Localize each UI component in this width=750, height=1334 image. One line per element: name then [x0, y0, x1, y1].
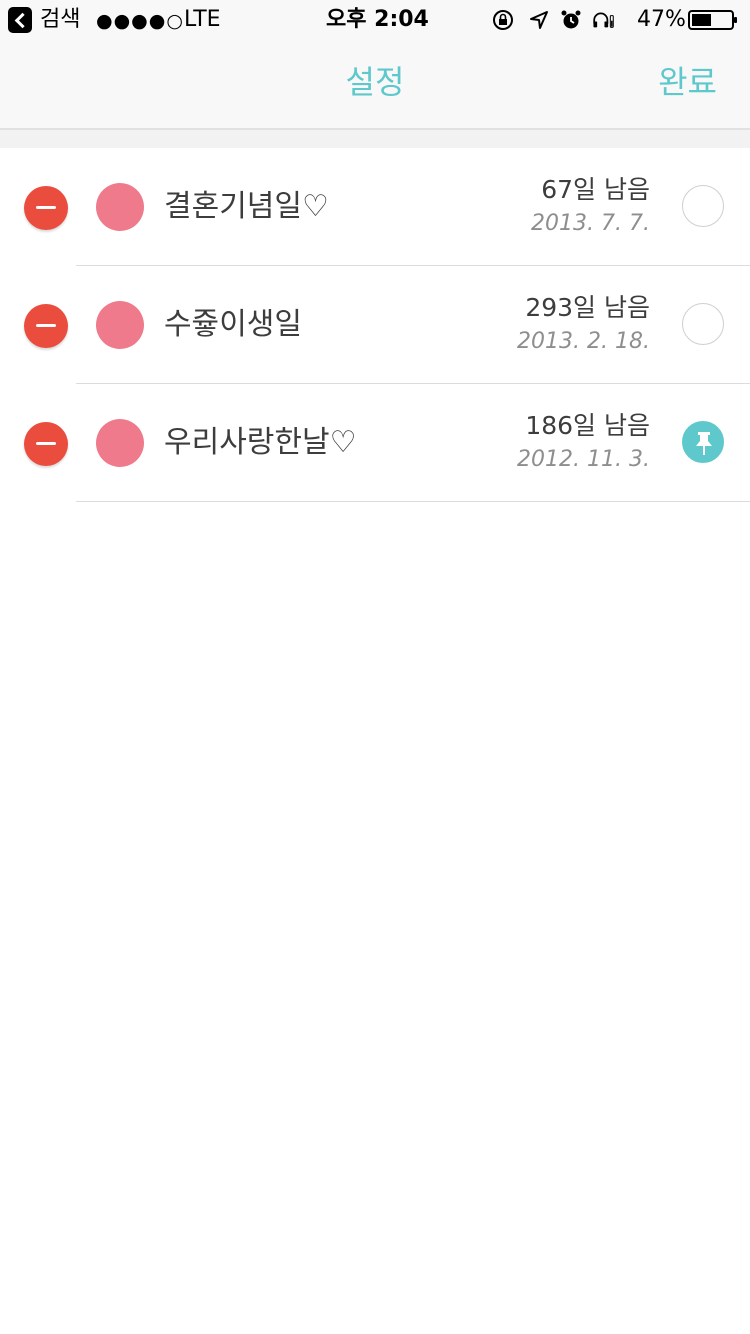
- done-button[interactable]: 완료: [658, 62, 717, 102]
- color-dot: [96, 419, 144, 467]
- days-remaining: 293일 남음: [525, 293, 650, 322]
- item-date: 2013. 7. 7.: [531, 211, 650, 236]
- status-bar: 검색 ●●●●○ LTE 오후 2:04 47%: [0, 0, 750, 40]
- pin-toggle[interactable]: [682, 303, 724, 345]
- navigation-bar: 설정 완료: [0, 40, 750, 130]
- days-remaining: 186일 남음: [525, 411, 650, 440]
- list-item[interactable]: 결혼기념일♡ 67일 남음 2013. 7. 7.: [0, 148, 750, 266]
- days-remaining: 67일 남음: [541, 175, 650, 204]
- list-item[interactable]: 우리사랑한날♡ 186일 남음 2012. 11. 3.: [0, 384, 750, 502]
- item-title: 우리사랑한날♡: [164, 425, 357, 460]
- color-dot: [96, 183, 144, 231]
- delete-minus-icon[interactable]: [24, 304, 68, 348]
- delete-minus-icon[interactable]: [24, 422, 68, 466]
- section-gap: [0, 130, 750, 148]
- pin-toggle[interactable]: [682, 421, 724, 463]
- pin-toggle[interactable]: [682, 185, 724, 227]
- anniversary-list: 결혼기념일♡ 67일 남음 2013. 7. 7. 수즇이생일 293일 남음 …: [0, 148, 750, 502]
- item-date: 2013. 2. 18.: [517, 329, 650, 354]
- battery-icon: [688, 10, 737, 30]
- list-item[interactable]: 수즇이생일 293일 남음 2013. 2. 18.: [0, 266, 750, 384]
- battery-percent: 47%: [637, 7, 686, 32]
- location-arrow-icon: [530, 11, 548, 29]
- back-app-label[interactable]: 검색: [40, 6, 80, 34]
- delete-minus-icon[interactable]: [24, 186, 68, 230]
- network-type: LTE: [184, 7, 221, 32]
- color-dot: [96, 301, 144, 349]
- item-date: 2012. 11. 3.: [517, 447, 650, 472]
- item-title: 수즇이생일: [164, 307, 302, 342]
- row-divider: [76, 501, 750, 502]
- pushpin-icon: [696, 432, 712, 455]
- rotation-lock-icon: [493, 10, 513, 30]
- item-title: 결혼기념일♡: [164, 189, 329, 224]
- back-to-search-icon[interactable]: [8, 7, 32, 33]
- page-title: 설정: [345, 63, 405, 101]
- alarm-icon: [561, 10, 581, 29]
- headphones-icon: [593, 12, 614, 28]
- clock: 오후 2:04: [326, 7, 429, 32]
- signal-strength: ●●●●○: [96, 10, 184, 32]
